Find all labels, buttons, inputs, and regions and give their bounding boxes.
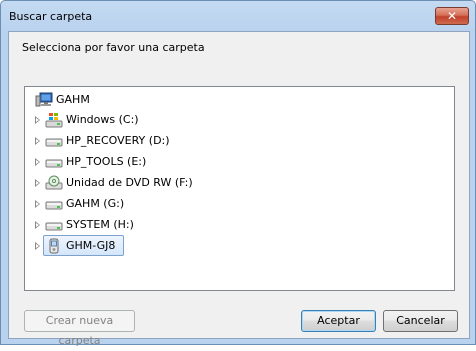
expand-arrow-icon[interactable] xyxy=(35,158,40,166)
tree-item-windows-c[interactable]: Windows (C:) xyxy=(25,110,445,130)
hard-drive-icon xyxy=(45,159,63,168)
tree-item-label: SYSTEM (H:) xyxy=(66,218,134,231)
tree-item-hp-tools-e[interactable]: HP_TOOLS (E:) xyxy=(25,152,445,172)
tree-item-hp-recovery-d[interactable]: HP_RECOVERY (D:) xyxy=(25,131,445,151)
portable-device-icon xyxy=(49,238,59,254)
title-bar[interactable]: Buscar carpeta ✕ xyxy=(1,1,475,31)
expand-arrow-icon[interactable] xyxy=(35,116,40,124)
hard-drive-icon xyxy=(45,138,63,147)
tree-item-system-h[interactable]: SYSTEM (H:) xyxy=(25,215,445,235)
folder-browser-dialog: Buscar carpeta ✕ Selecciona por favor un… xyxy=(0,0,476,347)
dvd-drive-icon xyxy=(45,175,63,190)
windows-drive-icon xyxy=(45,113,63,128)
tree-item-label: HP_TOOLS (E:) xyxy=(66,155,147,168)
cancel-button[interactable]: Cancelar xyxy=(383,310,458,332)
prompt-text: Selecciona por favor una carpeta xyxy=(22,41,205,54)
tree-item-label: GAHM (G:) xyxy=(66,197,125,210)
window-title: Buscar carpeta xyxy=(9,10,93,23)
hard-drive-icon xyxy=(45,222,63,231)
expand-arrow-icon[interactable] xyxy=(35,179,40,187)
tree-item-label: Windows (C:) xyxy=(66,113,139,126)
expand-arrow-icon[interactable] xyxy=(35,200,40,208)
tree-item-label: GHM-GJ8 xyxy=(66,239,116,252)
tree-item-label: Unidad de DVD RW (F:) xyxy=(66,176,193,189)
hard-drive-icon xyxy=(45,201,63,210)
tree-item-gahm-g[interactable]: GAHM (G:) xyxy=(25,194,445,214)
expand-arrow-icon[interactable] xyxy=(35,137,40,145)
expand-arrow-icon[interactable] xyxy=(35,242,40,250)
ok-button[interactable]: Aceptar xyxy=(301,310,376,332)
tree-item-label: GAHM xyxy=(56,93,90,106)
dialog-client-area: Selecciona por favor una carpeta GAHM Wi… xyxy=(8,31,470,347)
folder-tree[interactable]: GAHM Windows (C:) HP_RECOVERY (D:) HP_TO… xyxy=(24,86,455,291)
tree-item-label: HP_RECOVERY (D:) xyxy=(66,134,170,147)
close-button[interactable]: ✕ xyxy=(435,7,469,25)
tree-item-root[interactable]: GAHM xyxy=(25,90,445,110)
new-folder-button[interactable]: Crear nueva carpeta xyxy=(24,310,135,347)
expand-arrow-icon[interactable] xyxy=(35,221,40,229)
tree-item-ghm-gj8[interactable]: GHM-GJ8 xyxy=(25,235,445,256)
computer-icon xyxy=(35,92,53,107)
tree-item-dvd-f[interactable]: Unidad de DVD RW (F:) xyxy=(25,173,445,193)
